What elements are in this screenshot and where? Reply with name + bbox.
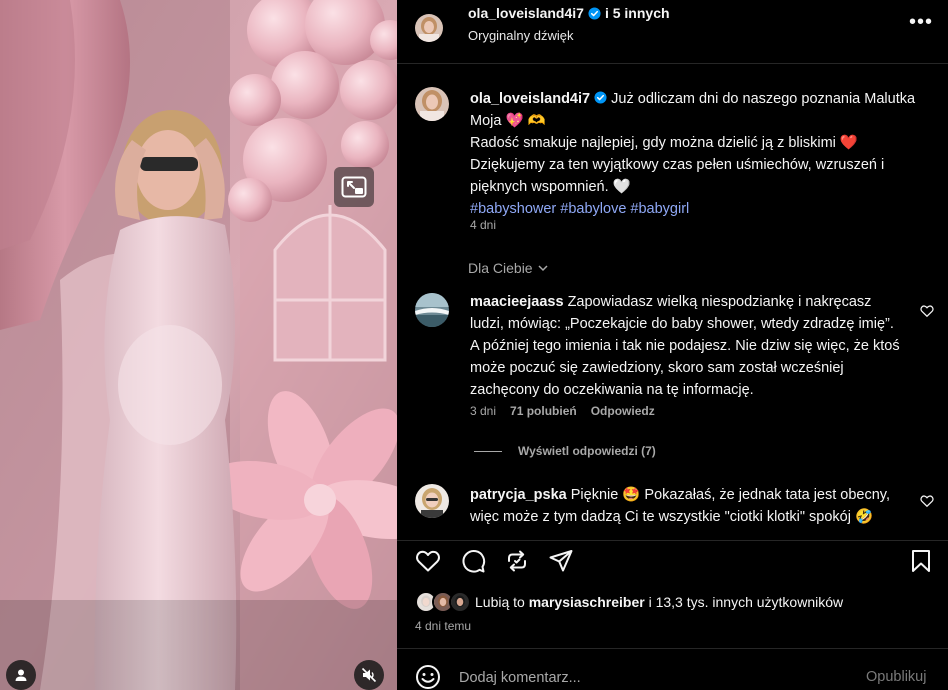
mute-button[interactable] [354, 660, 384, 690]
hashtag-link[interactable]: #babyshower [470, 201, 556, 217]
post-author: ola_loveisland4i7 i 5 innych [468, 5, 670, 21]
author-avatar[interactable] [415, 14, 443, 42]
add-comment-bar: Opublikuj [397, 649, 948, 690]
verified-badge-icon [588, 6, 601, 20]
picture-in-picture-button[interactable] [334, 167, 374, 207]
divider [397, 540, 948, 541]
likes-suffix[interactable]: i 13,3 tys. innych użytkowników [649, 594, 844, 610]
post-actions [397, 542, 948, 582]
comment-like-heart-icon[interactable] [920, 304, 934, 318]
comment-input[interactable] [459, 667, 849, 689]
comment-text: patrycja_pska Pięknie 🤩 Pokazałaś, że je… [470, 484, 900, 528]
hashtag-link[interactable]: #babylove [560, 201, 626, 217]
repost-icon [508, 550, 526, 572]
caption-line-2: Radość smakuje najlepiej, gdy można dzie… [470, 135, 836, 151]
repost-button[interactable] [504, 548, 530, 574]
author-username[interactable]: ola_loveisland4i7 [468, 5, 584, 21]
picture-in-picture-icon [341, 176, 367, 198]
likes-prefix: Lubią to [475, 594, 525, 610]
post-details-panel: ola_loveisland4i7 i 5 innych Oryginalny … [397, 0, 948, 690]
post-media[interactable] [0, 0, 397, 690]
coauthors-link[interactable]: i 5 innych [605, 5, 670, 21]
comment-text: maacieejaass Zapowiadasz wielką niespodz… [470, 291, 900, 401]
caption-username[interactable]: ola_loveisland4i7 [470, 91, 590, 107]
post-date[interactable]: 4 dni temu [415, 619, 471, 633]
save-button[interactable] [908, 548, 934, 574]
commenter-avatar[interactable] [415, 293, 449, 327]
sparkling-heart-emoji: 💖 [505, 113, 524, 129]
caption-line-3: Dziękujemy za ten wyjątkowy czas pełen u… [470, 157, 885, 195]
view-replies-label: Wyświetl odpowiedzi (7) [518, 444, 656, 458]
comment-meta: 3 dni 71 polubień Odpowiedz [470, 404, 655, 418]
commenter-avatar[interactable] [415, 484, 449, 518]
comment-sort-label: Dla Ciebie [468, 260, 533, 276]
speaker-muted-icon [361, 667, 377, 683]
heart-emoji: ❤️ [839, 135, 858, 151]
commenter-username[interactable]: maacieejaass [470, 294, 564, 310]
liker-username[interactable]: marysiaschreiber [529, 594, 645, 610]
chevron-down-icon [538, 265, 548, 272]
comment-button[interactable] [460, 548, 486, 574]
view-replies-button[interactable]: Wyświetl odpowiedzi (7) [474, 444, 656, 458]
emoji-picker-button[interactable] [415, 664, 441, 690]
comment-like-heart-icon[interactable] [920, 494, 934, 508]
comment-time[interactable]: 3 dni [470, 404, 496, 418]
likes-summary[interactable]: Lubią to marysiaschreiber i 13,3 tys. in… [415, 590, 843, 614]
caption-timestamp[interactable]: 4 dni [470, 218, 496, 232]
caption-author-avatar[interactable] [415, 87, 449, 121]
likes-text: Lubią to marysiaschreiber i 13,3 tys. in… [475, 594, 843, 610]
like-button[interactable] [415, 548, 441, 574]
share-button[interactable] [548, 548, 574, 574]
heart-icon [416, 550, 440, 572]
hashtag-link[interactable]: #babygirl [630, 201, 689, 217]
liker-avatar [449, 591, 471, 613]
more-horizontal-icon: ••• [908, 10, 933, 33]
person-icon [15, 669, 27, 681]
bookmark-icon [912, 550, 930, 572]
post-video-frame [0, 0, 397, 690]
divider [474, 450, 502, 452]
comment-sort-dropdown[interactable]: Dla Ciebie [468, 260, 549, 276]
audio-link[interactable]: Oryginalny dźwięk [468, 28, 574, 43]
tagged-users-button[interactable] [6, 660, 36, 690]
publish-button[interactable]: Opublikuj [866, 669, 926, 685]
verified-badge-icon [594, 91, 607, 104]
heart-hands-emoji: 🫶 [527, 113, 546, 129]
likers-avatars [415, 591, 473, 613]
emoji-icon [416, 665, 440, 689]
comment-likes-count[interactable]: 71 polubień [510, 404, 577, 418]
white-heart-emoji: 🤍 [612, 179, 631, 195]
comments-scroll-area[interactable]: ola_loveisland4i7 Już odliczam dni do na… [397, 64, 948, 540]
send-icon [549, 550, 573, 572]
reply-button[interactable]: Odpowiedz [591, 404, 655, 418]
commenter-username[interactable]: patrycja_pska [470, 487, 567, 503]
hashtags: #babyshower #babylove #babygirl [470, 201, 689, 217]
post-header: ola_loveisland4i7 i 5 innych Oryginalny … [397, 0, 948, 64]
comment-icon [462, 550, 486, 573]
more-options-button[interactable]: ••• [907, 10, 935, 33]
post-caption: ola_loveisland4i7 Już odliczam dni do na… [470, 88, 930, 220]
